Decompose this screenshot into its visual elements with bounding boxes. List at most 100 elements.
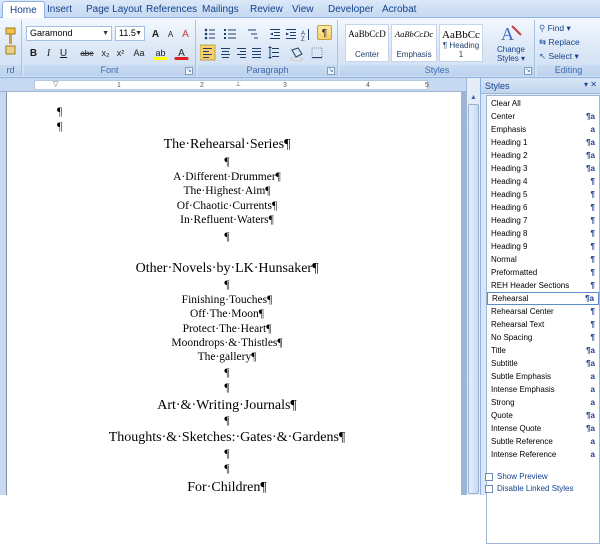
quick-style-name: Emphasis bbox=[396, 50, 432, 59]
close-icon[interactable]: ▾ ✕ bbox=[584, 80, 597, 89]
disable-linked-styles-checkbox[interactable] bbox=[485, 485, 493, 493]
grow-font-button[interactable]: A bbox=[148, 26, 163, 41]
style-type-icon: a bbox=[590, 385, 595, 394]
style-item[interactable]: Quote ¶a bbox=[487, 409, 599, 422]
style-item[interactable]: Rehearsal Center ¶ bbox=[487, 305, 599, 318]
chevron-down-icon[interactable]: ▼ bbox=[135, 28, 142, 39]
tab-page-layout[interactable]: Page Layout bbox=[86, 3, 142, 18]
tab-view[interactable]: View bbox=[292, 3, 314, 18]
quick-style-center[interactable]: AaBbCcD Center bbox=[345, 24, 389, 62]
style-item-clear-all[interactable]: Clear All bbox=[487, 97, 599, 110]
style-item[interactable]: Heading 1 ¶a bbox=[487, 136, 599, 149]
style-item[interactable]: Intense Reference a bbox=[487, 448, 599, 461]
ruler-scale[interactable]: 1 2 3 4 5 ▽ ⊥ bbox=[34, 80, 429, 90]
font-color-button[interactable]: A bbox=[174, 45, 189, 60]
underline-button[interactable]: U bbox=[56, 45, 71, 60]
shrink-font-button[interactable]: A bbox=[163, 26, 178, 41]
style-item-selected[interactable]: Rehearsal ¶a bbox=[487, 292, 599, 305]
font-name-combo[interactable]: Garamond ▼ bbox=[26, 26, 112, 41]
numbering-icon[interactable] bbox=[224, 29, 236, 39]
align-right-icon[interactable] bbox=[237, 48, 246, 58]
style-item[interactable]: Subtitle ¶a bbox=[487, 357, 599, 370]
style-item[interactable]: Heading 2 ¶a bbox=[487, 149, 599, 162]
sort-icon[interactable]: A Z bbox=[301, 29, 309, 43]
find-button[interactable]: ⚲ Find ▾ bbox=[539, 23, 571, 34]
bullets-icon[interactable] bbox=[204, 28, 215, 40]
show-preview-checkbox[interactable] bbox=[485, 473, 493, 481]
shading-icon[interactable] bbox=[290, 47, 303, 61]
tab-references[interactable]: References bbox=[146, 3, 197, 18]
style-item[interactable]: Normal ¶ bbox=[487, 253, 599, 266]
center-tab-icon[interactable]: ⊥ bbox=[235, 80, 241, 88]
style-type-icon: ¶a bbox=[586, 164, 595, 173]
document-page[interactable]: ¶ ¶ The·Rehearsal·Series¶ ¶ A·Different·… bbox=[6, 92, 461, 495]
superscript-button[interactable]: x² bbox=[113, 45, 128, 60]
style-item[interactable]: Title ¶a bbox=[487, 344, 599, 357]
highlight-button[interactable]: ab bbox=[153, 45, 168, 60]
chevron-down-icon[interactable]: ▼ bbox=[102, 28, 109, 39]
style-item[interactable]: Preformatted ¶ bbox=[487, 266, 599, 279]
ruler-number: 4 bbox=[366, 82, 370, 89]
quick-style-emphasis[interactable]: AaBbCcDc Emphasis bbox=[391, 24, 437, 62]
change-case-button[interactable]: Aa bbox=[130, 45, 148, 60]
style-type-icon: a bbox=[590, 372, 595, 381]
style-item-label: REH Header Sections bbox=[491, 281, 570, 290]
indent-marker-icon[interactable]: ▽ bbox=[53, 80, 58, 88]
tab-home[interactable]: Home bbox=[2, 1, 45, 19]
show-hide-marks-button[interactable]: ¶ bbox=[317, 25, 332, 40]
style-item[interactable]: Heading 4 ¶ bbox=[487, 175, 599, 188]
replace-button[interactable]: ⇆ Replace bbox=[539, 37, 580, 48]
style-item[interactable]: Rehearsal Text ¶ bbox=[487, 318, 599, 331]
paragraph-dialog-launcher-icon[interactable]: ↘ bbox=[327, 67, 335, 75]
select-button[interactable]: ↖ Select ▾ bbox=[539, 51, 579, 62]
strikethrough-button[interactable]: abe bbox=[78, 45, 96, 60]
subscript-button[interactable]: x₂ bbox=[98, 45, 113, 60]
style-item[interactable]: Strong a bbox=[487, 396, 599, 409]
justify-icon[interactable] bbox=[252, 48, 261, 58]
format-painter-icon[interactable] bbox=[4, 26, 17, 56]
style-type-icon: ¶ bbox=[590, 307, 595, 316]
style-item[interactable]: Subtle Emphasis a bbox=[487, 370, 599, 383]
style-item-label: Strong bbox=[491, 398, 515, 407]
styles-dialog-launcher-icon[interactable]: ↘ bbox=[524, 67, 532, 75]
vertical-scrollbar[interactable]: ▲ bbox=[466, 78, 480, 495]
scroll-up-icon[interactable]: ▲ bbox=[468, 92, 479, 103]
styles-pane-title: Styles bbox=[485, 81, 510, 91]
style-type-icon: ¶a bbox=[586, 138, 595, 147]
style-item[interactable]: Emphasis a bbox=[487, 123, 599, 136]
style-item[interactable]: Intense Quote ¶a bbox=[487, 422, 599, 435]
style-item[interactable]: Heading 7 ¶ bbox=[487, 214, 599, 227]
style-item[interactable]: Heading 5 ¶ bbox=[487, 188, 599, 201]
decrease-indent-icon[interactable] bbox=[270, 29, 280, 39]
clear-formatting-button[interactable]: A bbox=[178, 26, 193, 41]
tab-review[interactable]: Review bbox=[250, 3, 283, 18]
font-size-combo[interactable]: 11.5 ▼ bbox=[115, 26, 145, 41]
style-item[interactable]: Heading 6 ¶ bbox=[487, 201, 599, 214]
style-type-icon: ¶a bbox=[586, 112, 595, 121]
scrollbar-thumb[interactable] bbox=[468, 104, 479, 494]
italic-button[interactable]: I bbox=[41, 45, 56, 60]
bold-button[interactable]: B bbox=[26, 45, 41, 60]
font-dialog-launcher-icon[interactable]: ↘ bbox=[185, 67, 193, 75]
line-spacing-icon[interactable] bbox=[268, 46, 279, 59]
tab-insert[interactable]: Insert bbox=[47, 3, 72, 18]
quick-style-heading-1[interactable]: AaBbCc ¶ Heading 1 bbox=[439, 24, 483, 62]
borders-icon[interactable] bbox=[311, 47, 323, 59]
multilevel-list-icon[interactable] bbox=[248, 29, 258, 39]
style-item[interactable]: Heading 8 ¶ bbox=[487, 227, 599, 240]
increase-indent-icon[interactable] bbox=[286, 29, 296, 39]
style-item[interactable]: No Spacing ¶ bbox=[487, 331, 599, 344]
style-item[interactable]: Subtle Reference a bbox=[487, 435, 599, 448]
style-item[interactable]: Heading 3 ¶a bbox=[487, 162, 599, 175]
style-item[interactable]: Center ¶a bbox=[487, 110, 599, 123]
tab-acrobat[interactable]: Acrobat bbox=[382, 3, 416, 18]
align-center-icon[interactable] bbox=[221, 48, 230, 58]
tab-developer[interactable]: Developer bbox=[328, 3, 374, 18]
tab-mailings[interactable]: Mailings bbox=[202, 3, 239, 18]
clipboard-group: rd bbox=[0, 20, 22, 76]
change-styles-button[interactable]: A Change Styles ▾ bbox=[492, 22, 530, 64]
style-item[interactable]: Heading 9 ¶ bbox=[487, 240, 599, 253]
align-left-icon[interactable] bbox=[200, 44, 216, 61]
style-item[interactable]: Intense Emphasis a bbox=[487, 383, 599, 396]
style-item[interactable]: REH Header Sections ¶ bbox=[487, 279, 599, 292]
